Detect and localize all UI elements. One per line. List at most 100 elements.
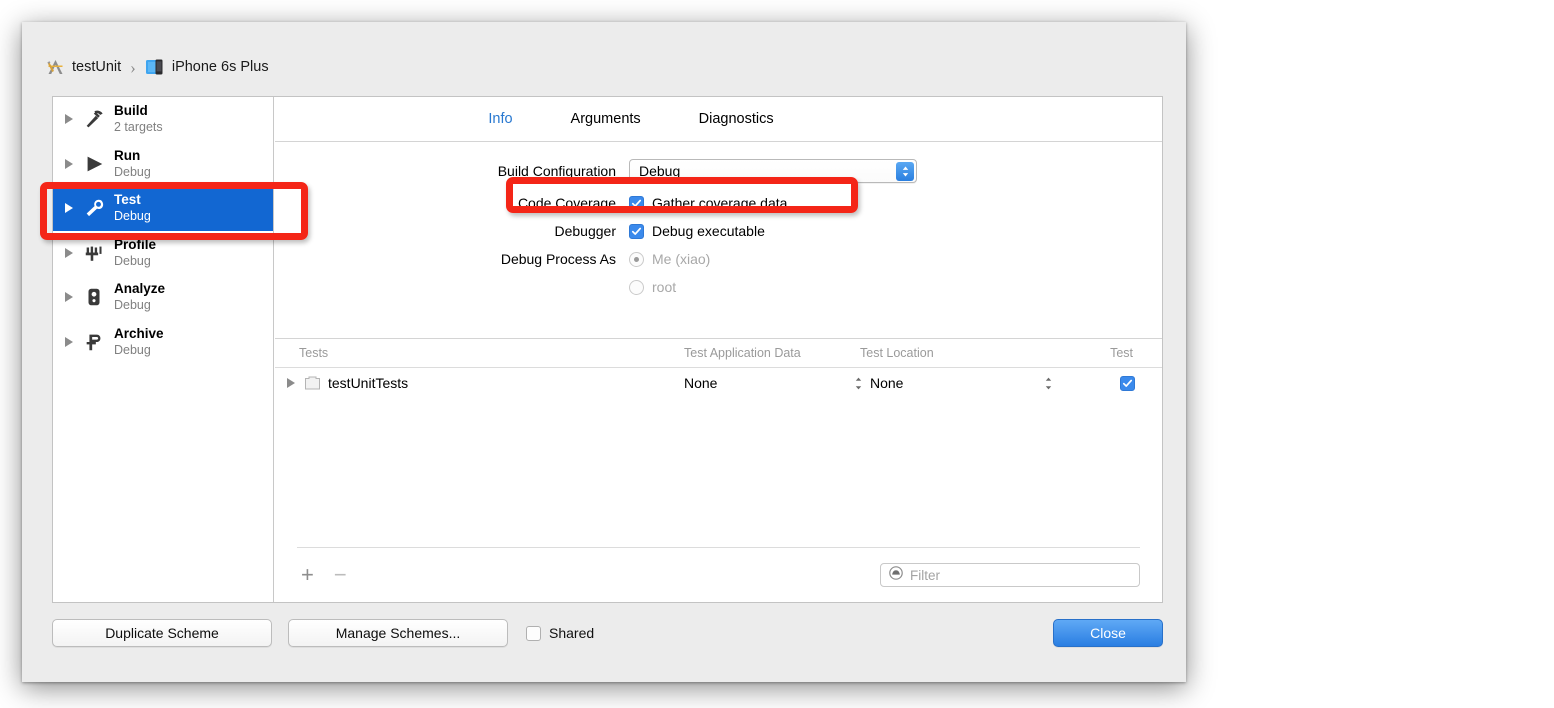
chevron-updown-icon[interactable] [896, 162, 914, 181]
debug-executable-label: Debug executable [652, 223, 765, 239]
sidebar-item-archive-subtitle: Debug [114, 343, 164, 358]
xcode-scheme-icon [46, 59, 65, 76]
sidebar-item-build-subtitle: 2 targets [114, 120, 163, 135]
tab-info[interactable]: Info [488, 111, 512, 127]
sidebar-item-run-text: Run Debug [114, 148, 151, 180]
breadcrumb-scheme-label: testUnit [72, 59, 121, 75]
profile-icon [80, 240, 108, 266]
tests-table-footer: + − Filter [297, 547, 1140, 602]
duplicate-scheme-button[interactable]: Duplicate Scheme [52, 619, 272, 647]
debug-process-as-root-label: root [652, 279, 676, 295]
sidebar-item-test-subtitle: Debug [114, 209, 151, 224]
wrench-icon [80, 195, 108, 221]
test-location-value[interactable]: None [870, 375, 1036, 391]
info-form: Build Configuration Debug [275, 142, 1162, 338]
debug-executable-checkbox[interactable] [629, 224, 644, 239]
tab-diagnostics[interactable]: Diagnostics [699, 111, 774, 127]
tests-table-header: Tests Test Application Data Test Locatio… [275, 339, 1162, 368]
screenshot-root: testUnit › iPhone 6s Plus [0, 0, 1554, 708]
row-debug-process-as: Debug Process As Me (xiao) [275, 251, 1162, 267]
shared-checkbox[interactable] [526, 626, 541, 641]
breadcrumb: testUnit › iPhone 6s Plus [46, 55, 269, 79]
build-configuration-select[interactable]: Debug [629, 159, 917, 183]
breadcrumb-separator: › [130, 59, 136, 76]
test-enabled-checkbox[interactable] [1120, 376, 1135, 391]
chevron-right-icon[interactable] [63, 291, 75, 303]
sidebar-item-build[interactable]: Build 2 targets [53, 97, 273, 142]
breadcrumb-destination[interactable]: iPhone 6s Plus [145, 58, 269, 76]
test-bundle-name-cell: testUnitTests [285, 375, 684, 391]
column-header-test: Test [1050, 346, 1140, 360]
manage-schemes-button[interactable]: Manage Schemes... [288, 619, 508, 647]
archive-icon [80, 329, 108, 355]
chevron-right-icon[interactable] [63, 158, 75, 170]
chevron-right-icon[interactable] [63, 336, 75, 348]
tests-table: Tests Test Application Data Test Locatio… [275, 338, 1162, 602]
sidebar-item-archive[interactable]: Archive Debug [53, 320, 273, 365]
debug-process-as-me-radio[interactable] [629, 252, 644, 267]
test-application-data-stepper[interactable] [846, 376, 870, 391]
sidebar-item-profile-title: Profile [114, 237, 156, 253]
tab-arguments[interactable]: Arguments [571, 111, 641, 127]
row-debug-process-as-root: root [275, 279, 1162, 295]
row-code-coverage: Code Coverage Gather coverage data [275, 195, 1162, 211]
row-debugger: Debugger Debug executable [275, 223, 1162, 239]
sidebar-item-analyze-title: Analyze [114, 281, 165, 297]
column-header-test-location: Test Location [860, 346, 1050, 360]
test-enabled-cell [1060, 376, 1140, 391]
sidebar-item-analyze[interactable]: Analyze Debug [53, 275, 273, 320]
sidebar-item-profile-subtitle: Debug [114, 254, 156, 269]
add-test-button[interactable]: + [301, 564, 314, 586]
chevron-right-icon[interactable] [63, 202, 75, 214]
chevron-right-icon[interactable] [63, 247, 75, 259]
gather-coverage-data-checkbox[interactable] [629, 196, 644, 211]
sidebar-item-archive-text: Archive Debug [114, 326, 164, 358]
close-button[interactable]: Close [1053, 619, 1163, 647]
chevron-right-icon[interactable] [285, 377, 298, 390]
breadcrumb-scheme[interactable]: testUnit [46, 59, 121, 76]
hammer-icon [80, 106, 108, 132]
breadcrumb-destination-label: iPhone 6s Plus [172, 59, 269, 75]
sidebar-item-test[interactable]: Test Debug [53, 186, 273, 231]
build-configuration-label: Build Configuration [275, 163, 629, 179]
sidebar-item-profile-text: Profile Debug [114, 237, 156, 269]
row-build-configuration: Build Configuration Debug [275, 159, 1162, 183]
sidebar-item-run-subtitle: Debug [114, 165, 151, 180]
debugger-label: Debugger [275, 223, 629, 239]
filter-placeholder: Filter [910, 568, 940, 583]
code-coverage-label: Code Coverage [275, 195, 629, 211]
detail-tabbar: Info Arguments Diagnostics [275, 97, 1162, 142]
sidebar-item-analyze-subtitle: Debug [114, 298, 165, 313]
filter-field[interactable]: Filter [880, 563, 1140, 587]
sidebar-item-test-title: Test [114, 192, 151, 208]
debug-process-as-root-radio[interactable] [629, 280, 644, 295]
sidebar-item-run-title: Run [114, 148, 151, 164]
sidebar-item-build-text: Build 2 targets [114, 103, 163, 135]
sidebar-item-build-title: Build [114, 103, 163, 119]
scheme-content: Build 2 targets Run Debug [52, 96, 1163, 603]
build-configuration-value: Debug [639, 163, 680, 179]
scheme-editor-window: testUnit › iPhone 6s Plus [22, 22, 1186, 682]
debug-process-as-label: Debug Process As [275, 251, 629, 267]
sidebar-item-run[interactable]: Run Debug [53, 142, 273, 187]
scheme-detail-pane: Info Arguments Diagnostics Build Configu… [275, 97, 1162, 602]
play-icon [80, 151, 108, 177]
scheme-actions-sidebar: Build 2 targets Run Debug [53, 97, 274, 602]
sidebar-item-profile[interactable]: Profile Debug [53, 231, 273, 276]
test-bundle-name: testUnitTests [328, 375, 408, 391]
add-remove-controls: + − [297, 564, 347, 586]
test-application-data-value[interactable]: None [684, 375, 846, 391]
test-bundle-icon [304, 375, 321, 391]
sidebar-item-analyze-text: Analyze Debug [114, 281, 165, 313]
debug-process-as-me-label: Me (xiao) [652, 251, 710, 267]
device-icon [145, 58, 165, 76]
sidebar-item-test-text: Test Debug [114, 192, 151, 224]
table-row[interactable]: testUnitTests None None [275, 368, 1162, 398]
shared-control: Shared [526, 619, 594, 647]
analyze-icon [80, 284, 108, 310]
gather-coverage-data-label: Gather coverage data [652, 195, 787, 211]
remove-test-button[interactable]: − [334, 564, 347, 586]
chevron-right-icon[interactable] [63, 113, 75, 125]
filter-icon [889, 566, 903, 585]
test-location-stepper[interactable] [1036, 376, 1060, 391]
